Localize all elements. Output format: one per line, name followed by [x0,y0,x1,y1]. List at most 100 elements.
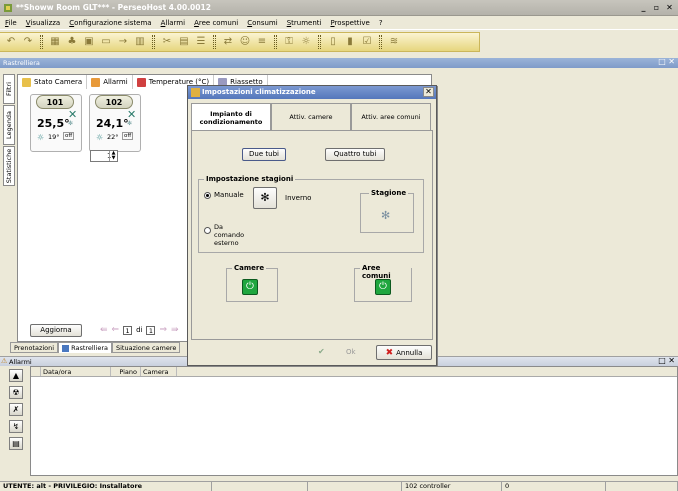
print-icon[interactable]: ▤ [9,437,23,450]
allarmi-close-button[interactable]: □ ✕ [658,356,675,365]
bulb-icon[interactable]: ☼ [299,35,313,49]
window-icon[interactable]: ▭ [99,35,113,49]
tools-icon[interactable]: ✂ [160,35,174,49]
toolbar-separator [213,35,216,49]
tree-icon[interactable]: ♣ [65,35,79,49]
stagione-group: Stagione ✻ [360,189,414,233]
next-page-icon[interactable]: ⇒ [159,325,167,335]
redo-icon[interactable]: ↷ [21,35,35,49]
grid-icon[interactable]: ▦ [48,35,62,49]
tab-attiv-camere[interactable]: Attiv. camere [271,103,351,130]
tab-impianto[interactable]: Impianto di condizionamento [191,103,271,131]
col-data-ora[interactable]: Data/ora [41,367,111,376]
tab-allarmi[interactable]: Allarmi [87,75,133,89]
delete-icon[interactable]: ✗ [9,403,23,416]
tab-rastrelliera[interactable]: Rastrelliera [58,342,112,353]
da-comando-radio[interactable] [204,227,211,234]
due-tubi-button[interactable]: Due tubi [242,148,286,161]
camere-group: Camere ⏻ [226,264,278,302]
tab-attiv-aree-comuni[interactable]: Attiv. aree comuni [351,103,431,130]
thermometer-icon [136,77,146,87]
inverno-toggle[interactable]: ✻ [253,187,277,209]
status-user: UTENTE: alt - PRIVILEGIO: Installatore [0,482,212,491]
grid-icon [62,344,70,352]
aggiorna-button[interactable]: Aggiorna [30,323,82,337]
arrow-icon[interactable]: → [116,35,130,49]
dialog-title-bar: Impostazioni climatizzazione ✕ [188,86,436,99]
quattro-tubi-button[interactable]: Quattro tubi [325,148,385,161]
tab-prenotazioni[interactable]: Prenotazioni [10,342,59,353]
last-page-icon[interactable]: ⇛ [171,325,179,335]
dialog-tabs: Impianto di condizionamento Attiv. camer… [191,103,433,131]
list-icon[interactable]: ☰ [194,35,208,49]
room-card[interactable]: 101 ✕ 25,5° ✻ ☼ 19° off [30,94,82,152]
room-card[interactable]: 102 ✕ 24,1° ✻ ☼ 22° off [89,94,141,152]
menu-prospettive[interactable]: Prospettive [330,19,369,27]
annulla-button[interactable]: ✖ Annulla [376,345,432,360]
stepper-arrows-icon[interactable]: ▲ ▼ [109,151,117,161]
menu-bar: File Visualizza Configurazione sistema A… [0,16,678,29]
document-icon[interactable]: ▯ [326,35,340,49]
menu-allarmi[interactable]: Allarmi [161,19,186,27]
link-icon[interactable]: ⇄ [221,35,235,49]
acknowledge-icon[interactable]: ▲ [9,369,23,382]
toolbar-separator [318,35,321,49]
aree-comuni-power-icon[interactable]: ⏻ [375,279,391,295]
snowflake-icon: ✻ [260,191,270,204]
rastrelliera-close-button[interactable]: □ ✕ [658,57,675,66]
menu-aree-comuni[interactable]: Aree comuni [194,19,238,27]
page-input[interactable]: 1 [123,325,133,335]
dialog-panel: Due tubi Quattro tubi Impostazione stagi… [191,130,433,340]
col-camera[interactable]: Camera [141,367,177,376]
snowflake-icon: ✻ [68,120,74,127]
toolbar-separator [379,35,382,49]
chart-icon[interactable]: ▥ [133,35,147,49]
check-icon[interactable]: ☑ [360,35,374,49]
side-tab-legenda[interactable]: Legenda [3,105,15,145]
restore-button[interactable]: ▫ [651,3,662,13]
menu-strumenti[interactable]: Strumenti [287,19,322,27]
toolbar-strip: ↶ ↷ ▦ ♣ ▣ ▭ → ▥ ✂ ▤ ☰ ⇄ ☺ ≡ ⚿ ☼ ▯ ▮ ☑ ≋ [0,32,480,52]
first-page-icon[interactable]: ⇚ [100,325,108,335]
room-temperature: 24,1° [96,117,129,130]
close-button[interactable]: ✕ [664,3,675,13]
rastrelliera-title-bar: Rastrelliera □ ✕ [0,57,678,68]
menu-visualizza[interactable]: Visualizza [26,19,61,27]
allarmi-title: Allarmi [9,358,32,366]
camere-power-icon[interactable]: ⏻ [242,279,258,295]
prev-page-icon[interactable]: ⇐ [112,325,120,335]
app-title: **Showw Room GLT*** - PerseoHost 4.00.00… [16,3,211,12]
menu-help[interactable]: ? [379,19,383,27]
room-mode: off [122,132,134,140]
table-icon[interactable]: ▤ [177,35,191,49]
filter-icon[interactable]: ☢ [9,386,23,399]
col-piano[interactable]: Piano [111,367,141,376]
report-icon[interactable]: ▮ [343,35,357,49]
image-icon[interactable]: ▣ [82,35,96,49]
dialog-close-button[interactable]: ✕ [423,87,434,97]
history-icon[interactable]: ↯ [9,420,23,433]
sun-icon: ☼ [96,133,104,142]
menu-consumi[interactable]: Consumi [247,19,277,27]
tab-stato-camera[interactable]: Stato Camera [18,75,88,89]
manuale-radio[interactable] [204,192,211,199]
menu-file[interactable]: File [5,19,17,27]
side-tab-filtri[interactable]: Filtri [3,74,15,104]
people-icon[interactable]: ☺ [238,35,252,49]
tab-situazione-camere[interactable]: Situazione camere [112,342,181,353]
signal-icon[interactable]: ≋ [387,35,401,49]
ok-button[interactable]: Ok [346,348,356,356]
menu-configurazione[interactable]: Configurazione sistema [69,19,151,27]
undo-icon[interactable]: ↶ [4,35,18,49]
rastrelliera-title: Rastrelliera [3,59,40,67]
stack-icon[interactable]: ≡ [255,35,269,49]
room-setpoint: 19° [48,133,60,141]
side-tab-statistiche[interactable]: Statistiche [3,146,15,186]
minimize-button[interactable]: _ [638,3,649,13]
quantity-stepper[interactable]: 1 ▲ ▼ [90,150,118,162]
manuale-label: Manuale [214,191,244,199]
cancel-icon: ✖ [385,347,394,358]
key-icon[interactable]: ⚿ [282,35,296,49]
app-title-bar: **Showw Room GLT*** - PerseoHost 4.00.00… [0,0,678,16]
room-number: 101 [36,95,74,109]
